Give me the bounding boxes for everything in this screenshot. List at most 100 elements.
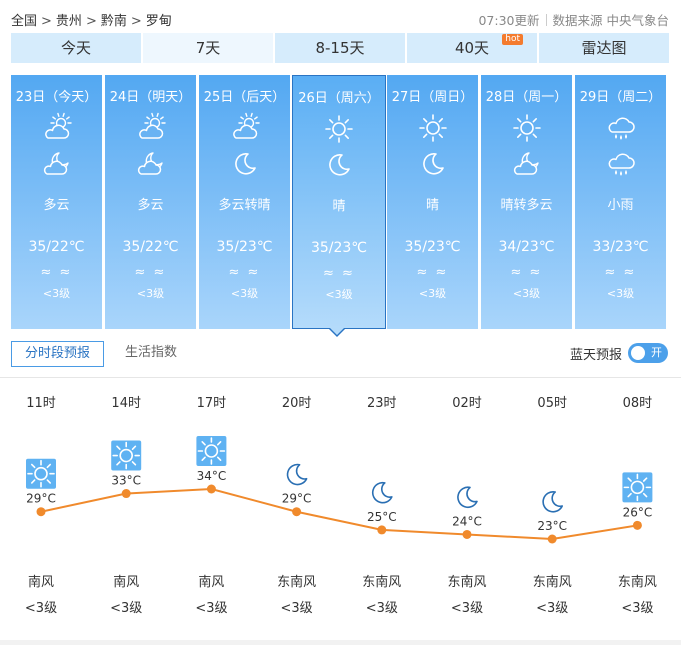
selected-day-pointer <box>329 328 345 337</box>
day-weather-desc: 多云 <box>43 198 70 213</box>
sun-icon <box>481 112 572 144</box>
temperature-point <box>121 489 131 499</box>
day-wind-level: <3级 <box>325 288 353 301</box>
toggle-knob <box>631 346 645 360</box>
hour-wind-level: <3级 <box>366 601 398 616</box>
day-date: 23日（今天） <box>15 90 98 105</box>
day-temperature: 35/22℃ <box>122 239 179 255</box>
breadcrumb-separator: > <box>85 14 97 29</box>
day-card[interactable]: 29日（周二） 小雨 33/23℃ ≈ ≈ <3级 <box>575 75 666 329</box>
tab-radar[interactable]: 雷达图 <box>539 33 669 63</box>
tab-label: 雷达图 <box>581 39 627 57</box>
hour-wind-direction: 东南风 <box>618 574 657 590</box>
forecast-tabs: 今天 7天 8-15天 40天 hot 雷达图 <box>11 33 669 63</box>
day-weather-desc: 晴 <box>425 198 439 213</box>
hour-wind-level: <3级 <box>25 601 57 616</box>
tab-40day[interactable]: 40天 hot <box>407 33 537 63</box>
tab-label: 7天 <box>195 39 221 57</box>
cloudy-moon-icon <box>481 148 572 180</box>
temperature-point <box>377 525 387 535</box>
tab-7day[interactable]: 7天 <box>143 33 273 63</box>
tab-hourly-forecast[interactable]: 分时段预报 <box>11 341 104 367</box>
day-date: 25日（后天） <box>203 90 286 105</box>
hour-wind-direction: 南风 <box>28 574 54 590</box>
day-card[interactable]: 26日（周六） 晴 35/23℃ ≈ ≈ <3级 <box>292 75 386 329</box>
rain-cloud-icon <box>575 112 666 144</box>
hour-wind-level: <3级 <box>536 601 568 616</box>
hour-label: 20时 <box>282 396 312 411</box>
tab-label: 40天 <box>454 39 490 57</box>
moon-icon <box>286 463 308 486</box>
partly-cloudy-sun-icon <box>11 112 102 144</box>
day-card[interactable]: 25日（后天） 多云转晴 35/23℃ ≈ ≈ <3级 <box>199 75 290 329</box>
hour-temperature: 29°C <box>282 492 312 506</box>
temperature-point <box>547 534 557 544</box>
seven-day-forecast: 23日（今天） 多云 35/22℃ ≈ ≈ <3级 24日（明天） 多云 35/22℃ ≈ ≈ <… <box>11 75 669 329</box>
hour-temperature: 34°C <box>197 469 227 483</box>
hour-temperature: 24°C <box>452 514 482 528</box>
day-card[interactable]: 27日（周日） 晴 35/23℃ ≈ ≈ <3级 <box>387 75 478 329</box>
tab-today[interactable]: 今天 <box>11 33 141 63</box>
day-date: 29日（周二） <box>579 90 662 105</box>
breadcrumb-separator: > <box>130 14 142 29</box>
hourly-forecast: 11时 29°C 南风 <3级 14时 33°C 南风 <3级 17时 34°C 南风 <3级 20时 2… <box>0 378 681 640</box>
divider <box>545 14 547 26</box>
wind-direction-icon: ≈ ≈ <box>510 265 543 280</box>
tab-label: 今天 <box>60 39 91 57</box>
temperature-point <box>292 507 302 517</box>
breadcrumb: 全国 > 贵州 > 黔南 > 罗甸 <box>11 10 172 29</box>
day-temperature: 35/22℃ <box>28 239 85 255</box>
tab-life-index[interactable]: 生活指数 <box>125 341 177 367</box>
day-temperature: 35/23℃ <box>216 239 273 255</box>
breadcrumb-separator: > <box>41 14 52 29</box>
day-weather-desc: 多云 <box>137 198 164 213</box>
day-weather-desc: 小雨 <box>607 198 634 213</box>
day-temperature: 34/23℃ <box>498 239 555 255</box>
hour-wind-level: <3级 <box>110 601 142 616</box>
day-date: 27日（周日） <box>391 90 474 105</box>
day-temperature: 35/23℃ <box>404 239 461 255</box>
tab-label: 8-15天 <box>315 39 365 57</box>
rain-cloud-icon <box>575 148 666 180</box>
hour-label: 17时 <box>197 396 227 411</box>
top-bar: 全国 > 贵州 > 黔南 > 罗甸 07:30更新 数据来源 中央气象台 <box>0 0 681 34</box>
wind-direction-icon: ≈ ≈ <box>134 265 167 280</box>
breadcrumb-item-province[interactable]: 贵州 <box>56 14 82 29</box>
day-card[interactable]: 24日（明天） 多云 35/22℃ ≈ ≈ <3级 <box>105 75 196 329</box>
day-card[interactable]: 23日（今天） 多云 35/22℃ ≈ ≈ <3级 <box>11 75 102 329</box>
wind-direction-icon: ≈ ≈ <box>416 265 449 280</box>
moon-icon <box>542 490 564 513</box>
breadcrumb-item-prefecture[interactable]: 黔南 <box>101 14 127 29</box>
hour-label: 23时 <box>367 396 397 411</box>
hour-wind-level: <3级 <box>621 601 653 616</box>
day-wind-level: <3级 <box>606 287 635 300</box>
day-date: 28日（周一） <box>485 90 568 105</box>
cloudy-moon-icon <box>105 148 196 180</box>
day-temperature: 33/23℃ <box>592 239 649 255</box>
cloudy-moon-icon <box>11 148 102 180</box>
day-temperature: 35/23℃ <box>310 240 368 256</box>
wind-direction-icon: ≈ ≈ <box>604 265 637 280</box>
breadcrumb-item-country[interactable]: 全国 <box>11 14 37 29</box>
day-weather-desc: 多云转晴 <box>218 198 271 213</box>
tab-8-15day[interactable]: 8-15天 <box>275 33 405 63</box>
hour-label: 11时 <box>26 396 56 411</box>
hour-temperature: 33°C <box>111 474 141 488</box>
breadcrumb-item-county: 罗甸 <box>145 14 172 29</box>
blue-sky-toggle[interactable]: 开 <box>628 343 668 363</box>
moon-icon <box>199 148 290 180</box>
hot-badge: hot <box>502 34 523 45</box>
day-card[interactable]: 28日（周一） 晴转多云 34/23℃ ≈ ≈ <3级 <box>481 75 572 329</box>
blue-sky-forecast: 蓝天预报 开 <box>570 343 668 363</box>
hour-wind-direction: 东南风 <box>447 574 486 590</box>
hour-label: 14时 <box>111 396 141 411</box>
toggle-state: 开 <box>651 346 662 359</box>
hour-wind-level: <3级 <box>451 601 483 616</box>
hour-wind-direction: 南风 <box>198 574 224 590</box>
update-info: 07:30更新 数据来源 中央气象台 <box>478 10 669 29</box>
sun-icon <box>196 436 227 466</box>
hour-label: 08时 <box>623 396 653 411</box>
hour-temperature: 25°C <box>367 510 397 524</box>
moon-icon <box>387 148 478 180</box>
day-wind-level: <3级 <box>136 287 165 300</box>
